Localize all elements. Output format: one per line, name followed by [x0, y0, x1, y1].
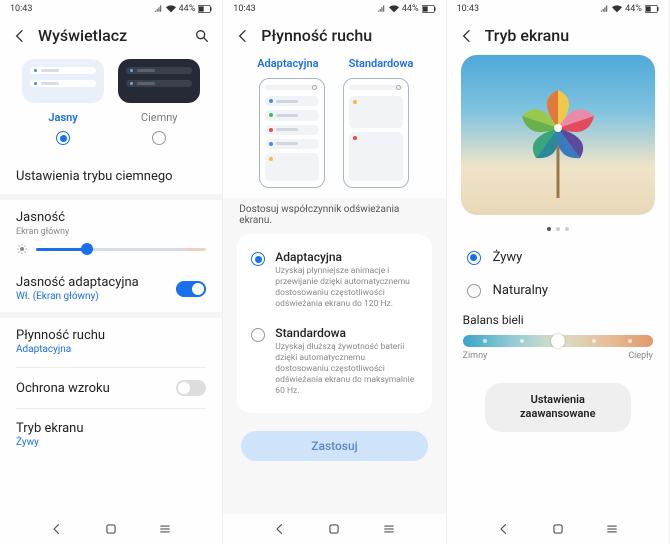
radio-vivid[interactable]	[467, 251, 481, 265]
brightness-slider[interactable]	[36, 248, 206, 251]
theme-label-dark: Ciemny	[118, 111, 200, 124]
header: Płynność ruchu	[223, 18, 445, 55]
adaptive-brightness-row[interactable]: Jasność adaptacyjna Wł. (Ekran główny)	[0, 265, 222, 312]
nav-home-icon[interactable]	[551, 522, 565, 536]
refresh-options: Adaptacyjna Uzyskaj płynniejsze animacje…	[237, 234, 431, 413]
option-adaptive[interactable]: Adaptacyjna Uzyskaj płynniejsze animacje…	[237, 242, 431, 318]
refresh-desc: Dostosuj współczynnik odświeżania ekranu…	[223, 198, 445, 234]
screen-motion-smoothness: 10:43 44% Płynność ruchu Adaptacyjna Sta…	[223, 0, 446, 544]
nav-bar	[447, 514, 669, 544]
eye-comfort-row[interactable]: Ochrona wzroku	[0, 370, 222, 406]
header: Tryb ekranu	[447, 18, 669, 55]
back-icon[interactable]	[235, 28, 251, 44]
page-title: Wyświetlacz	[38, 26, 194, 45]
page-title: Płynność ruchu	[261, 26, 433, 45]
nav-bar	[0, 514, 222, 544]
nav-back-icon[interactable]	[50, 522, 64, 536]
eye-comfort-toggle[interactable]	[176, 380, 206, 396]
illus-adaptive	[259, 78, 325, 188]
refresh-illustration	[223, 74, 445, 198]
status-bar: 10:43 44%	[0, 0, 222, 18]
radio-adaptive[interactable]	[251, 252, 265, 266]
pinwheel-icon	[503, 78, 613, 198]
theme-preview-dark[interactable]	[118, 59, 200, 103]
wb-warm: Ciepły	[628, 351, 653, 361]
status-battery: 44%	[179, 4, 196, 14]
tab-adaptive[interactable]: Adaptacyjna	[249, 57, 327, 70]
search-icon[interactable]	[194, 28, 210, 44]
screen-mode-row[interactable]: Tryb ekranu Żywy	[0, 411, 222, 458]
white-balance-slider[interactable]	[463, 335, 653, 347]
theme-previews	[0, 55, 222, 107]
status-bar: 10:43 44%	[447, 0, 669, 18]
adaptive-brightness-label: Jasność adaptacyjna	[16, 275, 139, 290]
adaptive-brightness-toggle[interactable]	[176, 281, 206, 297]
nav-home-icon[interactable]	[104, 522, 118, 536]
brightness-icon	[16, 243, 28, 255]
motion-smoothness-row[interactable]: Płynność ruchu Adaptacyjna	[0, 318, 222, 365]
dark-mode-settings[interactable]: Ustawienia trybu ciemnego	[0, 159, 222, 194]
option-standard[interactable]: Standardowa Uzyskaj dłuższą żywotność ba…	[237, 318, 431, 405]
radio-standard[interactable]	[251, 328, 265, 342]
brightness-sublabel: Ekran główny	[16, 227, 206, 237]
white-balance-section: Balans bieli Zimny Ciepły	[447, 307, 669, 367]
white-balance-label: Balans bieli	[463, 313, 653, 327]
preview-pager[interactable]	[447, 221, 669, 241]
adaptive-brightness-sub: Wł. (Ekran główny)	[16, 291, 139, 302]
tab-standard[interactable]: Standardowa	[342, 57, 420, 70]
nav-back-icon[interactable]	[273, 522, 287, 536]
status-time: 10:43	[457, 4, 479, 14]
nav-recents-icon[interactable]	[158, 522, 172, 536]
color-preview[interactable]	[461, 55, 655, 215]
brightness-slider-group: Ekran główny	[0, 227, 222, 265]
theme-radio-light[interactable]	[56, 131, 70, 145]
nav-home-icon[interactable]	[327, 522, 341, 536]
screen-mode: 10:43 44% Tryb ekranu	[447, 0, 670, 544]
screen-display-settings: 10:43 44% Wyświetlacz Jasny Ciemny Ustaw…	[0, 0, 223, 544]
brightness-heading: Jasność	[0, 200, 222, 227]
status-time: 10:43	[10, 4, 32, 14]
status-time: 10:43	[233, 4, 255, 14]
radio-natural[interactable]	[467, 284, 481, 298]
nav-recents-icon[interactable]	[605, 522, 619, 536]
illus-standard	[343, 78, 409, 188]
wb-cold: Zimny	[463, 351, 488, 361]
advanced-settings-button[interactable]: Ustawienia zaawansowane	[485, 383, 631, 432]
back-icon[interactable]	[12, 28, 28, 44]
theme-radio-dark[interactable]	[152, 131, 166, 145]
theme-preview-light[interactable]	[22, 59, 104, 103]
back-icon[interactable]	[459, 28, 475, 44]
status-right: 44%	[154, 4, 213, 14]
mode-option-vivid[interactable]: Żywy	[447, 241, 669, 274]
preview-tabs: Adaptacyjna Standardowa	[223, 55, 445, 74]
page-title: Tryb ekranu	[485, 26, 657, 45]
status-bar: 10:43 44%	[223, 0, 445, 18]
header: Wyświetlacz	[0, 18, 222, 55]
theme-label-light: Jasny	[22, 111, 104, 124]
nav-bar	[223, 514, 445, 544]
nav-back-icon[interactable]	[497, 522, 511, 536]
apply-button[interactable]: Zastosuj	[241, 431, 427, 461]
nav-recents-icon[interactable]	[382, 522, 396, 536]
mode-option-natural[interactable]: Naturalny	[447, 274, 669, 307]
